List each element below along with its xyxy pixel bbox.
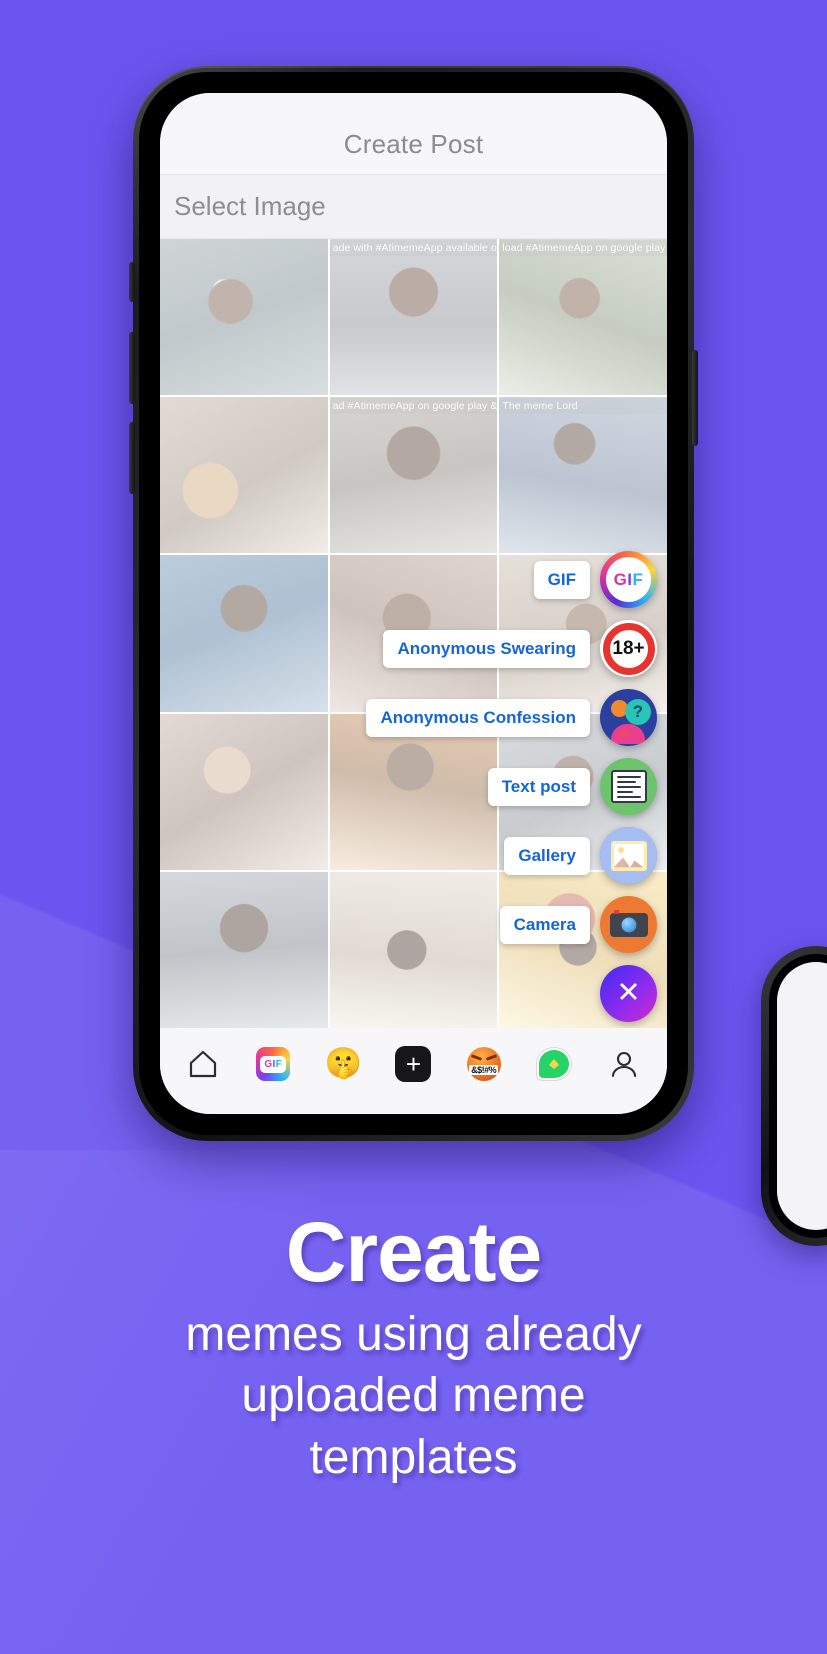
phone-button-volume-up: [129, 332, 135, 404]
promo-line-2: uploaded meme: [241, 1369, 586, 1423]
phone-mockup: Create Post Select Image ade with #Atime…: [129, 66, 698, 1141]
page-title: Create Post: [343, 129, 484, 159]
nav-gif[interactable]: GIF: [243, 1039, 303, 1089]
fab-item-text-post[interactable]: Text post: [487, 758, 657, 815]
watermark-text: ad #AtimemeApp on google play & make: [329, 398, 498, 415]
shushing-face-icon: 🤫: [324, 1047, 363, 1080]
anonymous-question-icon[interactable]: </> ?: [600, 689, 657, 746]
home-icon: [187, 1049, 219, 1079]
fab-label-gif[interactable]: GIF: [533, 560, 590, 599]
watermark-text: ade with #AtimemeApp available on Goo: [329, 240, 498, 256]
nav-chat[interactable]: [524, 1039, 584, 1089]
gif-icon: GIF: [256, 1047, 291, 1081]
meme-thumb-1[interactable]: [160, 239, 328, 396]
select-image-label: Select Image: [174, 191, 326, 221]
phone-button-power: [692, 350, 698, 446]
nav-anonymous[interactable]: 🤫: [313, 1039, 373, 1089]
watermark-text: load #AtimemeApp on google play & make: [499, 240, 667, 256]
fab-label-text-post[interactable]: Text post: [487, 767, 590, 806]
fab-item-anonymous-confession[interactable]: Anonymous Confession </> ?: [366, 689, 657, 746]
fab-item-close[interactable]: ✕: [600, 965, 657, 1022]
document-icon[interactable]: [600, 758, 657, 815]
meme-thumb-5[interactable]: ad #AtimemeApp on google play & make: [329, 397, 498, 554]
gif-letter-g: G: [613, 569, 628, 589]
close-icon[interactable]: ✕: [600, 965, 657, 1022]
fab-label-camera[interactable]: Camera: [499, 905, 590, 944]
meme-thumb-4[interactable]: [160, 397, 328, 554]
swearing-censor-text: &$!#%: [469, 1065, 499, 1075]
fab-label-anonymous-swearing[interactable]: Anonymous Swearing: [383, 629, 590, 668]
picture-frame-icon[interactable]: [600, 827, 657, 884]
watermark-text: The meme Lord: [499, 398, 667, 415]
phone-button-volume-down: [129, 422, 135, 494]
create-speed-dial-menu[interactable]: GIF GIF Anonymous Swearing 18+ Anonymous…: [366, 551, 657, 1022]
promo-text-block: Create memes using already uploaded meme…: [0, 1210, 827, 1488]
fab-item-camera[interactable]: Camera: [499, 896, 657, 953]
camera-icon[interactable]: [600, 896, 657, 953]
nav-home[interactable]: [173, 1039, 233, 1089]
plus-icon: +: [395, 1046, 432, 1082]
meme-thumb-2[interactable]: ade with #AtimemeApp available on Goo: [329, 239, 498, 396]
person-icon: [609, 1049, 639, 1079]
fab-item-anonymous-swearing[interactable]: Anonymous Swearing 18+: [383, 620, 657, 677]
app-header: Create Post: [160, 93, 667, 175]
bottom-navigation-bar[interactable]: GIF 🤫 + &$!#%: [160, 1028, 667, 1114]
age-18-plus-icon[interactable]: 18+: [600, 620, 657, 677]
promo-line-3: templates: [309, 1430, 518, 1484]
phone-button-silent: [129, 262, 135, 302]
promo-line-1: memes using already: [185, 1308, 642, 1361]
fab-label-anonymous-confession[interactable]: Anonymous Confession: [366, 698, 590, 737]
gif-icon[interactable]: GIF: [600, 551, 657, 608]
meme-thumb-6[interactable]: The meme Lord: [499, 397, 667, 554]
fab-label-gallery[interactable]: Gallery: [504, 836, 590, 875]
meme-thumb-3[interactable]: load #AtimemeApp on google play & make: [499, 239, 667, 396]
phone-screen: Create Post Select Image ade with #Atime…: [160, 93, 667, 1114]
nav-create[interactable]: +: [383, 1039, 443, 1089]
meme-thumb-7[interactable]: [160, 555, 328, 712]
fab-item-gallery[interactable]: Gallery: [504, 827, 657, 884]
nav-profile[interactable]: [594, 1039, 654, 1089]
image-gallery-grid[interactable]: ade with #AtimemeApp available on Goo lo…: [160, 239, 667, 1028]
swearing-face-icon: &$!#%: [466, 1047, 501, 1081]
promo-headline: Create: [285, 1205, 542, 1299]
secondary-phone-edge: [761, 946, 827, 1246]
gif-letter-f: F: [632, 569, 644, 589]
nav-swearing[interactable]: &$!#%: [454, 1039, 514, 1089]
meme-thumb-10[interactable]: [160, 713, 328, 870]
meme-thumb-13[interactable]: [160, 871, 328, 1028]
fab-item-gif[interactable]: GIF GIF: [533, 551, 657, 608]
chat-bubble-icon: [536, 1048, 571, 1080]
select-image-section-header: Select Image: [160, 175, 667, 239]
